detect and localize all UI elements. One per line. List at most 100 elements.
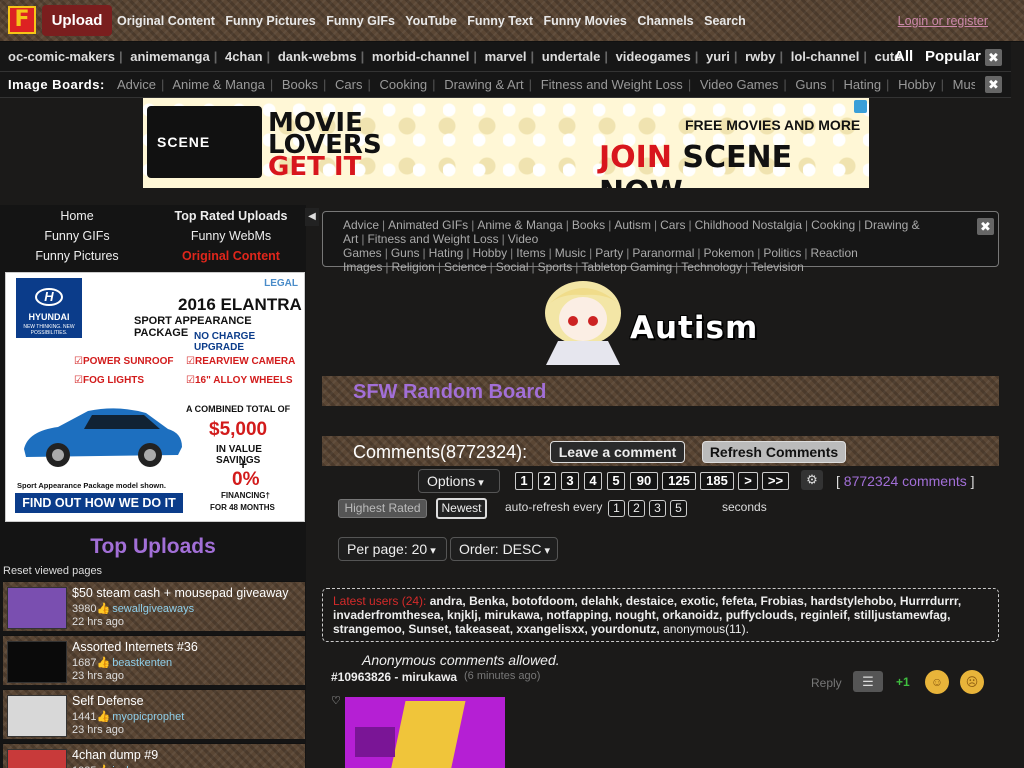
category-link[interactable]: Science	[444, 260, 487, 274]
upload-title[interactable]: Assorted Internets #36	[72, 640, 198, 654]
refresh-comments-button[interactable]: Refresh Comments	[702, 441, 846, 463]
upload-user[interactable]: myopicprophet	[112, 711, 184, 723]
page-button[interactable]: 185	[700, 472, 734, 490]
board-link[interactable]: Cooking	[379, 77, 427, 92]
sidebar-funny-pictures-link[interactable]: Funny Pictures	[2, 249, 152, 263]
total-comments-text[interactable]: 8772324 comments	[844, 473, 967, 489]
upload-button[interactable]: Upload	[42, 5, 112, 36]
board-link[interactable]: Hobby	[898, 77, 936, 92]
leave-comment-button[interactable]: Leave a comment	[550, 441, 685, 463]
nav-funny-gifs[interactable]: Funny GIFs	[326, 14, 395, 28]
board-link[interactable]: Anime & Manga	[172, 77, 265, 92]
nav-funny-text[interactable]: Funny Text	[467, 14, 533, 28]
upload-item[interactable]: $50 steam cash + mousepad giveaway 3980👍…	[3, 581, 305, 631]
autorefresh-option[interactable]: 3	[649, 500, 666, 517]
channel-item[interactable]: yuri	[706, 49, 730, 64]
upload-user[interactable]: sewallgiveaways	[112, 603, 194, 615]
upload-thumbnail[interactable]	[7, 587, 67, 629]
login-link[interactable]: Login or register	[898, 14, 988, 28]
category-link[interactable]: Childhood Nostalgia	[695, 218, 802, 232]
category-link[interactable]: Animated GIFs	[388, 218, 468, 232]
collapse-sidebar-icon[interactable]: ◀	[305, 208, 319, 226]
upload-user[interactable]: beastkenten	[112, 657, 172, 669]
category-link[interactable]: Pokemon	[703, 246, 754, 260]
board-link[interactable]: Books	[282, 77, 318, 92]
upload-title[interactable]: $50 steam cash + mousepad giveaway	[72, 586, 288, 600]
channel-item[interactable]: rwby	[745, 49, 775, 64]
board-link[interactable]: Music	[953, 77, 975, 92]
banner-cta[interactable]: JOIN SCENE NOW	[599, 140, 869, 188]
hyundai-ad[interactable]: H HYUNDAI NEW THINKING. NEW POSSIBILITIE…	[5, 272, 305, 522]
board-link[interactable]: Hating	[843, 77, 881, 92]
nav-youtube[interactable]: YouTube	[405, 14, 457, 28]
thumb-up-icon[interactable]: ☺	[925, 670, 949, 694]
settings-gear-icon[interactable]: ⚙	[801, 470, 823, 490]
category-link[interactable]: Politics	[763, 246, 801, 260]
channel-item[interactable]: marvel	[485, 49, 527, 64]
category-link[interactable]: Sports	[538, 260, 573, 274]
channel-item[interactable]: oc-comic-makers	[8, 49, 115, 64]
category-link[interactable]: Autism	[614, 218, 651, 232]
per-page-dropdown[interactable]: Per page: 20	[338, 537, 447, 561]
upload-item[interactable]: Self Defense 1441👍 myopicprophet 23 hrs a…	[3, 689, 305, 739]
upload-item[interactable]: Assorted Internets #36 1687👍 beastkenten …	[3, 635, 305, 685]
autorefresh-option[interactable]: 2	[628, 500, 645, 517]
board-link[interactable]: Cars	[335, 77, 362, 92]
page-button[interactable]: 90	[630, 472, 658, 490]
category-link[interactable]: Paranormal	[632, 246, 694, 260]
channel-item[interactable]: videogames	[616, 49, 691, 64]
sidebar-funny-webms-link[interactable]: Funny WebMs	[156, 229, 306, 243]
board-link[interactable]: Video Games	[700, 77, 779, 92]
page-button[interactable]: 4	[584, 472, 602, 490]
page-button[interactable]: 2	[538, 472, 556, 490]
nav-funny-movies[interactable]: Funny Movies	[544, 14, 627, 28]
total-comments[interactable]: [ 8772324 comments ]	[836, 473, 975, 489]
upload-thumbnail[interactable]	[7, 695, 67, 737]
reset-viewed-link[interactable]: Reset viewed pages	[3, 565, 102, 577]
nav-channels[interactable]: Channels	[637, 14, 693, 28]
board-link[interactable]: Advice	[117, 77, 156, 92]
comment-header[interactable]: #10963826 - mirukawa	[331, 670, 457, 684]
close-categories-icon[interactable]: ✖	[977, 218, 994, 235]
channel-item[interactable]: 4chan	[225, 49, 263, 64]
category-link[interactable]: Party	[595, 246, 623, 260]
options-dropdown[interactable]: Options	[418, 469, 500, 493]
sidebar-original-content-link[interactable]: Original Content	[156, 249, 306, 263]
channels-popular-link[interactable]: Popular	[925, 48, 981, 65]
upload-title[interactable]: 4chan dump #9	[72, 748, 158, 762]
category-link[interactable]: Religion	[391, 260, 434, 274]
category-link[interactable]: Hobby	[472, 246, 507, 260]
category-link[interactable]: Books	[572, 218, 605, 232]
order-dropdown[interactable]: Order: DESC	[450, 537, 558, 561]
site-logo[interactable]: F	[8, 6, 36, 34]
sidebar-funny-gifs-link[interactable]: Funny GIFs	[2, 229, 152, 243]
page-button[interactable]: 5	[607, 472, 625, 490]
ad-cta-button[interactable]: FIND OUT HOW WE DO IT	[15, 493, 183, 513]
sort-newest-button[interactable]: Newest	[436, 498, 487, 519]
category-link[interactable]: Cars	[660, 218, 685, 232]
board-link[interactable]: Guns	[795, 77, 826, 92]
upload-item[interactable]: 4chan dump #9 1025👍jaskam	[3, 743, 305, 768]
list-icon[interactable]: ☰	[853, 671, 883, 692]
channels-all-link[interactable]: All	[894, 48, 913, 65]
next-page-button[interactable]: >	[738, 472, 758, 490]
category-link[interactable]: Fitness and Weight Loss	[367, 232, 498, 246]
nav-original-content[interactable]: Original Content	[117, 14, 215, 28]
adchoices-icon[interactable]	[854, 100, 867, 113]
category-link[interactable]: Technology	[681, 260, 742, 274]
category-link[interactable]: Cooking	[811, 218, 855, 232]
upload-thumbnail[interactable]	[7, 749, 67, 768]
sidebar-top-rated-link[interactable]: Top Rated Uploads	[156, 209, 306, 223]
last-page-button[interactable]: >>	[762, 472, 789, 490]
latest-users-list[interactable]: andra, Benka, botofdoom, delahk, destaic…	[333, 594, 961, 636]
sort-highest-rated-button[interactable]: Highest Rated	[338, 499, 427, 518]
close-channels-icon[interactable]: ✖	[985, 49, 1002, 66]
category-link[interactable]: Anime & Manga	[477, 218, 562, 232]
autorefresh-option[interactable]: 5	[670, 500, 687, 517]
category-link[interactable]: Items	[516, 246, 545, 260]
ad-legal-link[interactable]: LEGAL	[264, 278, 298, 289]
category-link[interactable]: Social	[496, 260, 529, 274]
page-button[interactable]: 1	[515, 472, 533, 490]
category-link[interactable]: Guns	[391, 246, 420, 260]
reply-button[interactable]: Reply	[811, 676, 842, 690]
